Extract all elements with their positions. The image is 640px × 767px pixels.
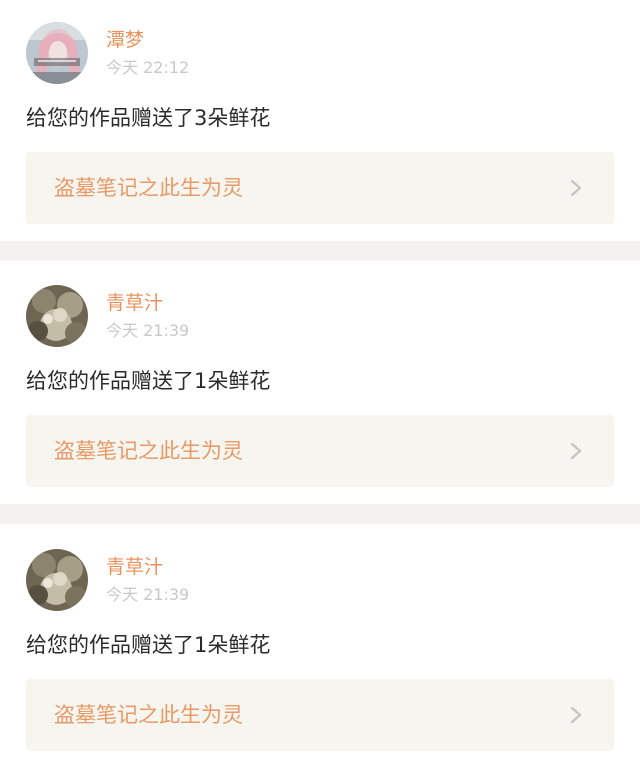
section-divider [0,241,640,261]
chevron-right-icon [570,442,582,460]
work-title: 盗墓笔记之此生为灵 [54,176,243,200]
work-link-card[interactable]: 盗墓笔记之此生为灵 [26,415,614,487]
gift-message: 给您的作品赠送了1朵鲜花 [26,369,271,393]
chevron-right-icon [570,179,582,197]
work-link-card[interactable]: 盗墓笔记之此生为灵 [26,152,614,224]
timestamp: 今天 22:12 [106,58,190,77]
section-divider [0,504,640,524]
username[interactable]: 青草汁 [106,555,163,579]
username[interactable]: 青草汁 [106,291,163,315]
notification-item: 青草汁 今天 21:39 给您的作品赠送了1朵鲜花 盗墓笔记之此生为灵 [0,527,640,767]
notification-item: 潭梦 今天 22:12 给您的作品赠送了3朵鲜花 盗墓笔记之此生为灵 [0,0,640,240]
user-avatar[interactable] [26,285,88,347]
user-avatar[interactable] [26,22,88,84]
user-avatar[interactable] [26,549,88,611]
chevron-right-icon [570,706,582,724]
timestamp: 今天 21:39 [106,585,190,604]
timestamp: 今天 21:39 [106,321,190,340]
gift-message: 给您的作品赠送了3朵鲜花 [26,106,271,130]
notification-item: 青草汁 今天 21:39 给您的作品赠送了1朵鲜花 盗墓笔记之此生为灵 [0,263,640,503]
gift-message: 给您的作品赠送了1朵鲜花 [26,633,271,657]
plant-photo-avatar [26,285,88,347]
work-title: 盗墓笔记之此生为灵 [54,439,243,463]
username[interactable]: 潭梦 [106,28,144,52]
gift-notification-feed: 潭梦 今天 22:12 给您的作品赠送了3朵鲜花 盗墓笔记之此生为灵 青草汁 今… [0,0,640,767]
pink-hair-portrait-avatar [26,22,88,84]
work-title: 盗墓笔记之此生为灵 [54,703,243,727]
work-link-card[interactable]: 盗墓笔记之此生为灵 [26,679,614,751]
plant-photo-avatar [26,549,88,611]
